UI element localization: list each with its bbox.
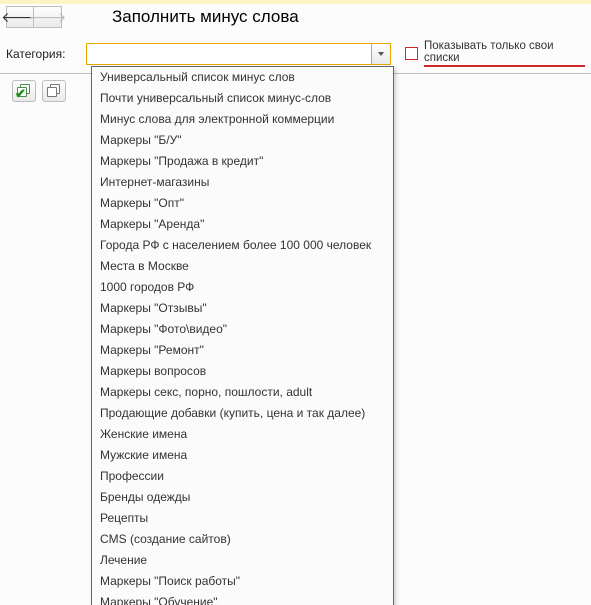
dropdown-item[interactable]: Почти универсальный список минус-слов: [92, 88, 393, 109]
arrow-right-icon: 🡒: [29, 9, 67, 26]
dropdown-item[interactable]: Лечение: [92, 550, 393, 571]
dropdown-item[interactable]: Универсальный список минус слов: [92, 67, 393, 88]
dropdown-item[interactable]: Бренды одежды: [92, 487, 393, 508]
form-row: Категория: Показывать только свои списки: [0, 28, 591, 71]
dropdown-item[interactable]: Маркеры "Продажа в кредит": [92, 151, 393, 172]
dropdown-item[interactable]: Маркеры "Фото\видео": [92, 319, 393, 340]
dropdown-item[interactable]: Маркеры "Б/У": [92, 130, 393, 151]
dropdown-item[interactable]: Маркеры секс, порно, пошлости, adult: [92, 382, 393, 403]
dropdown-item[interactable]: Маркеры "Опт": [92, 193, 393, 214]
category-label: Категория:: [6, 47, 86, 61]
dropdown-item[interactable]: Минус слова для электронной коммерции: [92, 109, 393, 130]
category-combo[interactable]: [86, 43, 391, 65]
page-title: Заполнить минус слова: [112, 7, 299, 27]
dropdown-item[interactable]: Интернет-магазины: [92, 172, 393, 193]
nav-bar: 🡐 🡒 Заполнить минус слова: [0, 4, 591, 28]
check-all-icon: ✔: [17, 84, 31, 98]
dropdown-item[interactable]: Маркеры "Аренда": [92, 214, 393, 235]
dropdown-item[interactable]: 1000 городов РФ: [92, 277, 393, 298]
dropdown-item[interactable]: Места в Москве: [92, 256, 393, 277]
dropdown-item[interactable]: Маркеры "Поиск работы": [92, 571, 393, 592]
dropdown-item[interactable]: Мужские имена: [92, 445, 393, 466]
dropdown-item[interactable]: Рецепты: [92, 508, 393, 529]
uncheck-all-icon: [47, 84, 61, 98]
chevron-down-icon: [378, 52, 384, 56]
dropdown-item[interactable]: Города РФ с населением более 100 000 чел…: [92, 235, 393, 256]
check-all-button[interactable]: ✔: [12, 80, 36, 102]
dropdown-item[interactable]: Маркеры "Отзывы": [92, 298, 393, 319]
show-own-checkbox[interactable]: [405, 47, 418, 60]
dropdown-item[interactable]: Профессии: [92, 466, 393, 487]
category-dropdown-list[interactable]: Универсальный список минус словПочти уни…: [91, 66, 394, 605]
category-input[interactable]: [86, 43, 371, 65]
uncheck-all-button[interactable]: [42, 80, 66, 102]
dropdown-item[interactable]: Продающие добавки (купить, цена и так да…: [92, 403, 393, 424]
dropdown-item[interactable]: Маркеры "Ремонт": [92, 340, 393, 361]
dropdown-item[interactable]: Женские имена: [92, 424, 393, 445]
dropdown-item[interactable]: Маркеры вопросов: [92, 361, 393, 382]
category-dropdown-button[interactable]: [371, 43, 391, 65]
dropdown-item[interactable]: CMS (создание сайтов): [92, 529, 393, 550]
dropdown-item[interactable]: Маркеры "Обучение": [92, 592, 393, 605]
forward-button[interactable]: 🡒: [34, 6, 62, 28]
show-own-label: Показывать только свои списки: [424, 40, 585, 67]
show-own-checkbox-wrap[interactable]: Показывать только свои списки: [405, 40, 585, 67]
